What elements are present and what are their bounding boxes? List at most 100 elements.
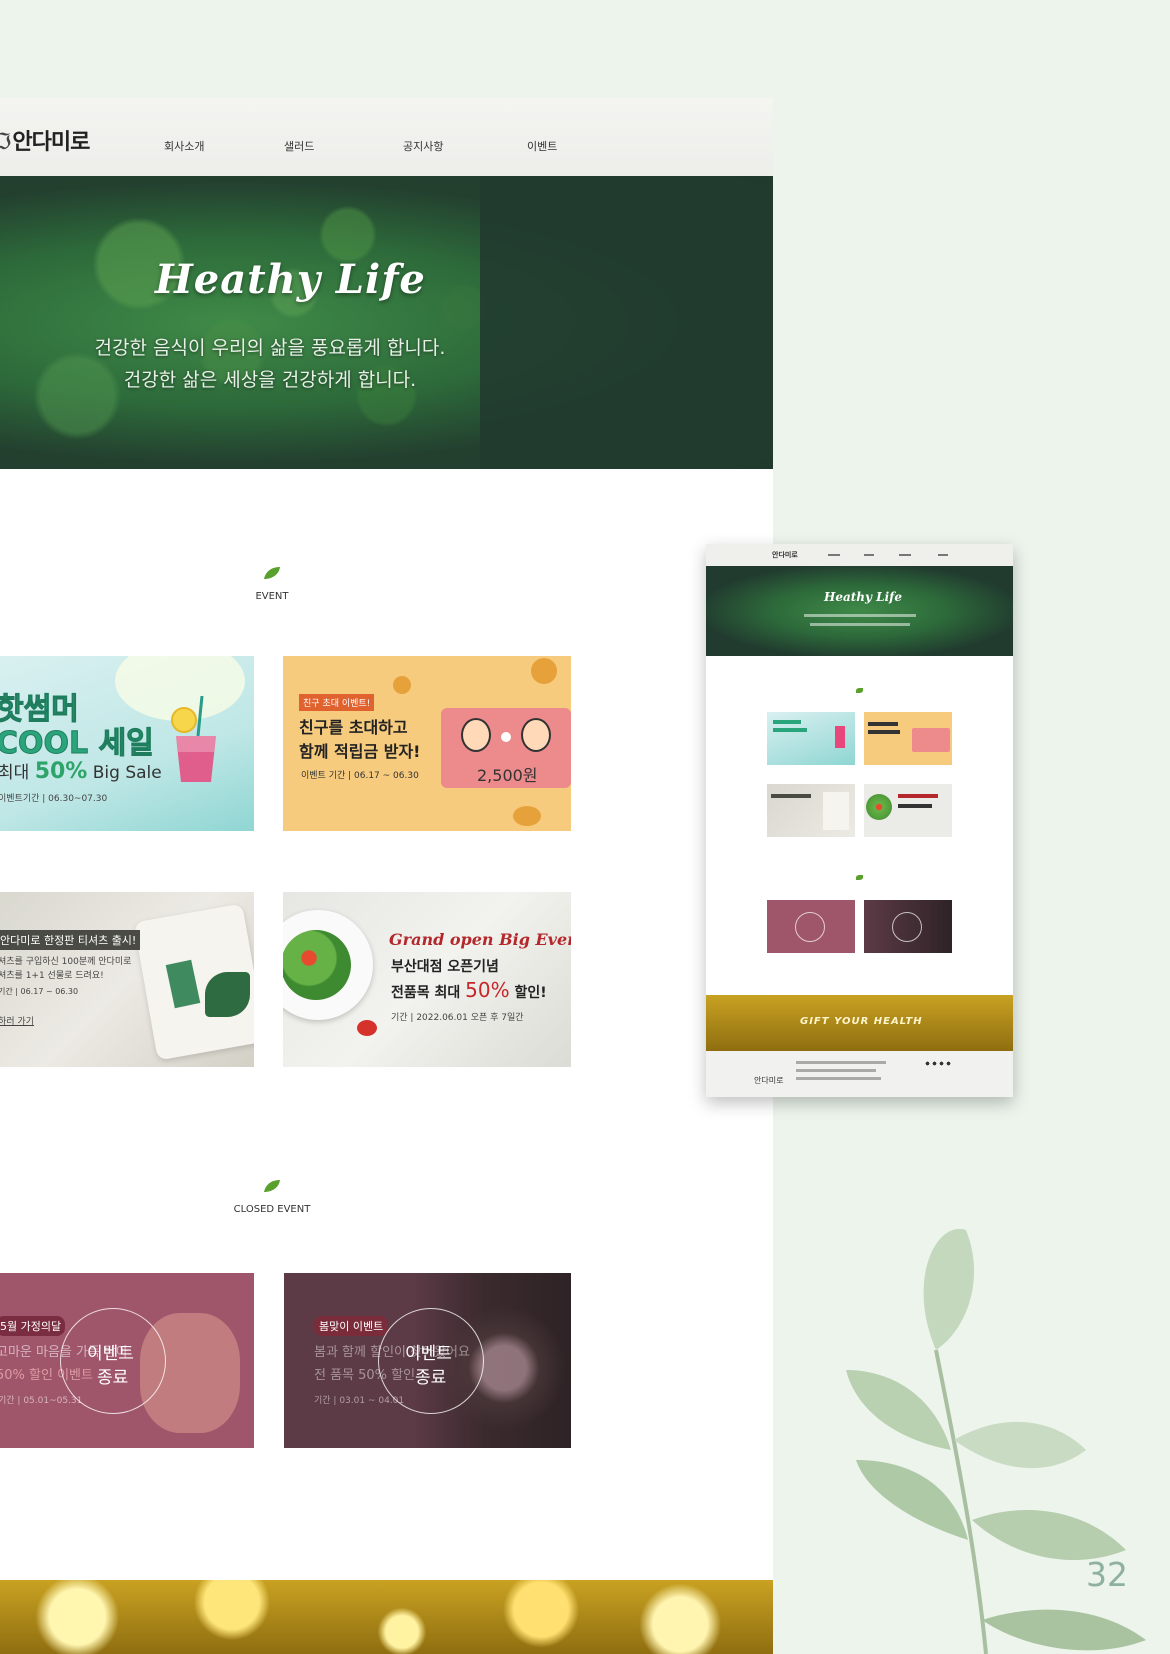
mini-banner-text	[898, 804, 932, 808]
salad-bowl-image	[283, 910, 373, 1020]
mini-hero: Heathy Life	[706, 566, 1013, 656]
mini-logo: 안다미로	[772, 551, 798, 559]
mini-header: 안다미로	[706, 544, 1013, 566]
mini-gift-text: GIFT YOUR HEALTH	[800, 1016, 923, 1027]
mini-footer-text	[796, 1069, 876, 1072]
site-logo[interactable]: ℑ안다미로	[0, 124, 90, 156]
closed-event-section-title: CLOSED EVENT	[233, 1204, 311, 1215]
mini-closed-banner-1	[767, 900, 855, 953]
mini-drink-icon	[835, 726, 845, 748]
tshirt-line-2: 셔츠를 1+1 선물로 드려요!	[0, 971, 104, 981]
stamp-text-2: 종료	[97, 1368, 129, 1388]
summer-period: 이벤트기간 | 06.30~07.30	[0, 794, 108, 804]
coin-icon	[393, 676, 411, 694]
summer-headline-2: COOL 세일	[0, 726, 154, 762]
grand-open-headline: 부산대점 오픈기념	[391, 959, 499, 975]
leaf-icon	[264, 567, 280, 579]
girl-avatar-icon	[521, 718, 551, 752]
invite-headline-2: 함께 적립금 받자!	[299, 742, 421, 761]
closed-family-tag: 5월 가정의달	[0, 1316, 66, 1336]
event-banner-invite[interactable]: 친구 초대 이벤트! 친구를 초대하고 함께 적립금 받자! 이벤트 기간 | …	[283, 656, 571, 831]
tshirt-line-1: 셔츠를 구입하신 100분께 안다미로	[0, 957, 132, 967]
tshirt-period: 기간 | 06.17 ~ 06.30	[0, 987, 79, 996]
tomato-image	[357, 1020, 377, 1036]
nav-item-event[interactable]: 이벤트	[527, 138, 557, 154]
salad-image	[283, 930, 351, 1000]
mini-salad-image	[866, 794, 892, 820]
stamp-text-2: 종료	[415, 1368, 447, 1388]
tshirt-link[interactable]: 하러 가기	[0, 1014, 34, 1027]
logo-text: 안다미로	[12, 130, 90, 155]
invite-period: 이벤트 기간 | 06.17 ~ 06.30	[301, 771, 419, 781]
closed-banner-spring[interactable]: 봄맞이 이벤트 봄과 함께 할인이 찾아왔어요 전 품목 50% 할인 기간 |…	[284, 1273, 571, 1448]
stamp-text-1: 이벤트	[405, 1344, 452, 1364]
nav-item-company[interactable]: 회사소개	[164, 138, 204, 154]
nav-item-notice[interactable]: 공지사항	[403, 138, 443, 154]
hero-banner: Heathy Life 건강한 음식이 우리의 삶을 풍요롭게 합니다. 건강한…	[0, 176, 773, 469]
mini-nav-item	[864, 554, 874, 556]
event-ended-stamp: 이벤트 종료	[378, 1308, 484, 1414]
grand-open-discount-post: 할인!	[514, 985, 547, 1001]
boy-avatar-icon	[461, 718, 491, 752]
logo-bowl-icon: ℑ	[0, 130, 11, 155]
coin-icon	[531, 658, 557, 684]
mini-leaf-icon	[856, 875, 863, 880]
monstera-leaf-image	[205, 972, 250, 1017]
mini-banner-text	[773, 720, 801, 724]
mini-nav-item	[938, 554, 948, 556]
invite-amount: 2,500원	[477, 766, 538, 785]
coupon-ticket: 2,500원	[441, 708, 571, 788]
leaf-icon	[264, 1180, 280, 1192]
stamp-text-1: 이벤트	[87, 1344, 134, 1364]
mini-leaf-icon	[856, 688, 863, 693]
hero-dark-area	[480, 176, 773, 469]
mini-hero-title: Heathy Life	[824, 590, 902, 604]
mini-banner-text	[773, 728, 807, 732]
mini-tshirt-image	[823, 792, 849, 830]
mini-stamp	[795, 912, 825, 942]
closed-spring-tag: 봄맞이 이벤트	[314, 1316, 389, 1336]
event-banner-tshirt[interactable]: 안다미로 한정판 티셔츠 출시! 셔츠를 구입하신 100분께 안다미로 셔츠를…	[0, 892, 254, 1067]
mini-banner-invite	[864, 712, 952, 765]
mini-banner-text	[771, 794, 811, 798]
coin-icon	[513, 806, 541, 826]
event-banner-grand-open[interactable]: Grand open Big Event 부산대점 오픈기념 전품목 최대 50…	[283, 892, 571, 1067]
mini-banner-tshirt	[767, 784, 855, 837]
mini-nav-item	[899, 554, 911, 556]
summer-discount-percent: 50%	[34, 759, 88, 784]
mini-banner-text	[898, 794, 938, 798]
event-section-title: EVENT	[255, 591, 289, 602]
grand-open-discount-percent: 50%	[465, 978, 510, 1002]
mini-footer-text	[796, 1077, 881, 1080]
mini-banner-grand-open	[864, 784, 952, 837]
mini-stamp	[892, 912, 922, 942]
summer-discount-pre: 최대	[0, 763, 30, 783]
grand-open-period: 기간 | 2022.06.01 오픈 후 7일간	[391, 1013, 524, 1023]
mini-banner-summer	[767, 712, 855, 765]
summer-discount-post: Big Sale	[92, 763, 162, 783]
summer-discount: 최대 50% Big Sale	[0, 758, 162, 784]
grand-open-discount-pre: 전품목 최대	[391, 985, 461, 1001]
mini-footer: 안다미로	[706, 1051, 1013, 1097]
hero-line-2: 건강한 삶은 세상을 건강하게 합니다.	[123, 369, 417, 391]
invite-tag: 친구 초대 이벤트!	[299, 694, 375, 711]
invite-headline-1: 친구를 초대하고	[299, 718, 408, 737]
mini-footer-logo: 안다미로	[754, 1076, 784, 1085]
mini-banner-text	[868, 722, 898, 726]
nav-item-salad[interactable]: 샐러드	[284, 138, 314, 154]
hero-title: Heathy Life	[155, 256, 426, 303]
website-page: ℑ안다미로 회사소개 샐러드 공지사항 이벤트 Heathy Life 건강한 …	[0, 98, 773, 1654]
mini-nav-item	[828, 554, 840, 556]
page-preview-thumbnail: 안다미로 Heathy Life GIFT YOUR HEALTH 안다미로	[706, 544, 1013, 1097]
closed-banner-family[interactable]: 5월 가정의달 고마운 마음을 가득 담아 50% 할인 이벤트 기간 | 05…	[0, 1273, 254, 1448]
hero-line-1: 건강한 음식이 우리의 삶을 풍요롭게 합니다.	[94, 337, 446, 359]
mini-social-icons	[924, 1061, 952, 1066]
event-ended-stamp: 이벤트 종료	[60, 1308, 166, 1414]
grand-open-script: Grand open Big Event	[389, 930, 571, 949]
mini-footer-text	[796, 1061, 886, 1064]
drink-glass-icon	[171, 696, 216, 782]
mini-hero-line	[804, 614, 916, 617]
footer-bokeh-banner	[0, 1580, 773, 1654]
tshirt-tag: 안다미로 한정판 티셔츠 출시!	[0, 930, 141, 950]
event-banner-summer[interactable]: 핫썸머 COOL 세일 최대 50% Big Sale 이벤트기간 | 06.3…	[0, 656, 254, 831]
